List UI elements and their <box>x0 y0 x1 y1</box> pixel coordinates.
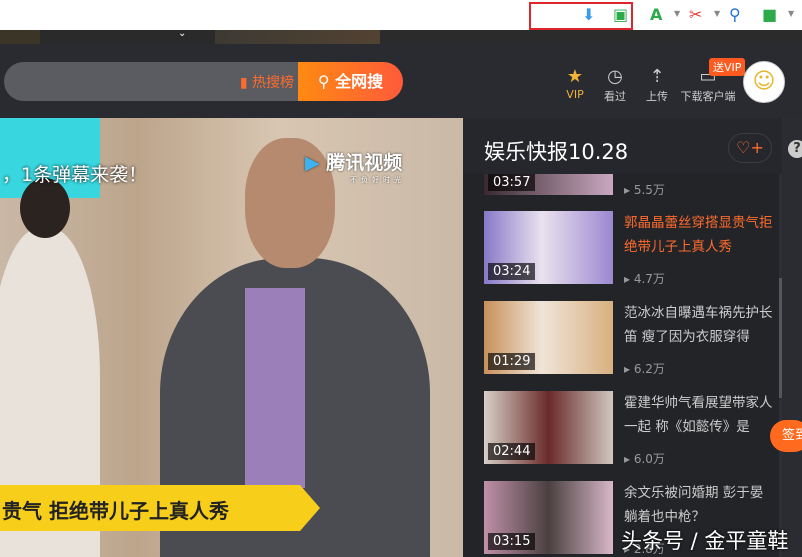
playlist-sidebar: 娱乐快报10.28 ♡+ 03:57 ▸ 5.5万 03:24 郭晶晶蕾丝穿搭显… <box>463 118 782 557</box>
duration-badge: 02:44 <box>488 443 536 460</box>
search-icon: ⚲ <box>317 72 330 91</box>
hot-search-link[interactable]: ▮ 热搜榜 <box>240 72 294 92</box>
watermark: 头条号 / 金平童鞋 <box>621 529 789 553</box>
nav-label: VIP <box>566 88 584 101</box>
video-thumbnail: 02:44 <box>484 391 613 464</box>
help-button[interactable]: ? <box>788 140 802 158</box>
avatar[interactable]: ☺ <box>743 61 785 103</box>
banner-strip: ⌄ <box>0 28 802 44</box>
site-header: ▮ 热搜榜 ⚲ 全网搜 ★ VIP ◷ 看过 ⇡ 上传 ▭ 下载客户端 送VIP ☺ <box>0 44 802 118</box>
hot-label: 热搜榜 <box>252 75 294 91</box>
heart-plus-icon: ♡+ <box>736 138 764 157</box>
views-value: 6.2万 <box>633 362 665 376</box>
chevron-down-icon[interactable]: ⌄ <box>178 28 186 39</box>
vip-star-icon: ★ <box>566 66 584 87</box>
nav-vip[interactable]: ★ VIP <box>563 66 587 101</box>
video-title[interactable]: 霍建华帅气看展望带家人一起 称《如懿传》是 <box>624 391 774 439</box>
chevron-down-icon[interactable]: ▼ <box>674 9 680 18</box>
chevron-down-icon[interactable]: ▼ <box>788 9 794 18</box>
search-button[interactable]: ⚲ 全网搜 <box>298 62 403 101</box>
nav-label: 下载客户端 <box>680 90 736 103</box>
chevron-down-icon[interactable]: ▼ <box>714 9 720 18</box>
caption-text: 贵气 拒绝带儿子上真人秀 <box>2 499 229 523</box>
view-count: ▸ 6.0万 <box>624 452 665 466</box>
download-icon[interactable]: ⬇ <box>582 5 595 25</box>
translate-icon[interactable]: A <box>650 5 662 25</box>
nav-history[interactable]: ◷ 看过 <box>601 66 629 104</box>
video-thumbnail: 03:24 <box>484 211 613 284</box>
list-item[interactable]: 01:29 范冰冰自曝遇车祸先护长笛 瘦了因为衣服穿得 ▸ 6.2万 <box>484 301 782 376</box>
nav-upload[interactable]: ⇡ 上传 <box>643 66 671 104</box>
favorite-button[interactable]: ♡+ <box>728 133 772 163</box>
views-value: 5.5万 <box>633 183 665 197</box>
video-thumbnail: 01:29 <box>484 301 613 374</box>
tencent-video-logo: ▶ 腾讯视频不负好时光 <box>305 148 405 185</box>
game-icon[interactable]: ■ <box>762 5 777 25</box>
video-player[interactable]: ，1条弹幕来袭！ ▶ 腾讯视频不负好时光 贵气 拒绝带儿子上真人秀 <box>0 118 463 557</box>
search-input[interactable]: ▮ 热搜榜 <box>4 62 304 101</box>
view-count: ▸ 4.7万 <box>624 272 665 286</box>
video-person <box>20 178 70 238</box>
nav-label: 看过 <box>604 90 626 103</box>
sign-in-button[interactable]: 签到 <box>770 420 802 452</box>
video-person <box>245 288 305 488</box>
upload-icon: ⇡ <box>649 66 665 87</box>
right-panel <box>782 118 802 557</box>
video-title[interactable]: 范冰冰自曝遇车祸先护长笛 瘦了因为衣服穿得 <box>624 301 774 349</box>
search-icon[interactable]: ⚲ <box>729 5 741 25</box>
nav-label: 上传 <box>646 90 668 103</box>
video-title[interactable]: 郭晶晶蕾丝穿搭显贵气拒绝带儿子上真人秀 <box>624 211 774 259</box>
vip-badge: 送VIP <box>709 58 746 76</box>
video-thumbnail: 03:15 <box>484 481 613 554</box>
scissors-icon[interactable]: ✂ <box>689 5 702 25</box>
caption-banner: 贵气 拒绝带儿子上真人秀 <box>0 485 320 531</box>
playlist-title: 娱乐快报10.28 <box>484 140 629 164</box>
duration-badge: 01:29 <box>488 353 536 370</box>
playlist-header: 娱乐快报10.28 ♡+ <box>463 118 782 174</box>
duration-badge: 03:15 <box>488 533 536 550</box>
danmu-text: ，1条弹幕来袭！ <box>2 164 148 186</box>
play-logo-icon: ▶ <box>305 152 320 174</box>
duration-badge: 03:57 <box>488 174 536 191</box>
views-value: 4.7万 <box>633 272 665 286</box>
duration-badge: 03:24 <box>488 263 536 280</box>
list-item[interactable]: 03:24 郭晶晶蕾丝穿搭显贵气拒绝带儿子上真人秀 ▸ 4.7万 <box>484 211 782 286</box>
history-icon: ◷ <box>607 66 623 87</box>
view-count: ▸ 5.5万 <box>624 183 665 197</box>
browser-toolbar: ⬇ ▣ A ▼ ✂ ▼ ⚲ ■ ▼ <box>0 0 802 30</box>
logo-text: 腾讯视频 <box>326 152 403 174</box>
list-item[interactable]: 02:44 霍建华帅气看展望带家人一起 称《如懿传》是 ▸ 6.0万 <box>484 391 782 466</box>
reader-icon[interactable]: ▣ <box>613 5 628 25</box>
video-title[interactable]: 余文乐被问婚期 彭于晏躺着也中枪？ <box>624 481 774 529</box>
views-value: 6.0万 <box>633 452 665 466</box>
view-count: ▸ 6.2万 <box>624 362 665 376</box>
search-button-label: 全网搜 <box>335 72 384 91</box>
logo-slogan: 不负好时光 <box>350 176 405 184</box>
chart-icon: ▮ <box>239 75 248 91</box>
